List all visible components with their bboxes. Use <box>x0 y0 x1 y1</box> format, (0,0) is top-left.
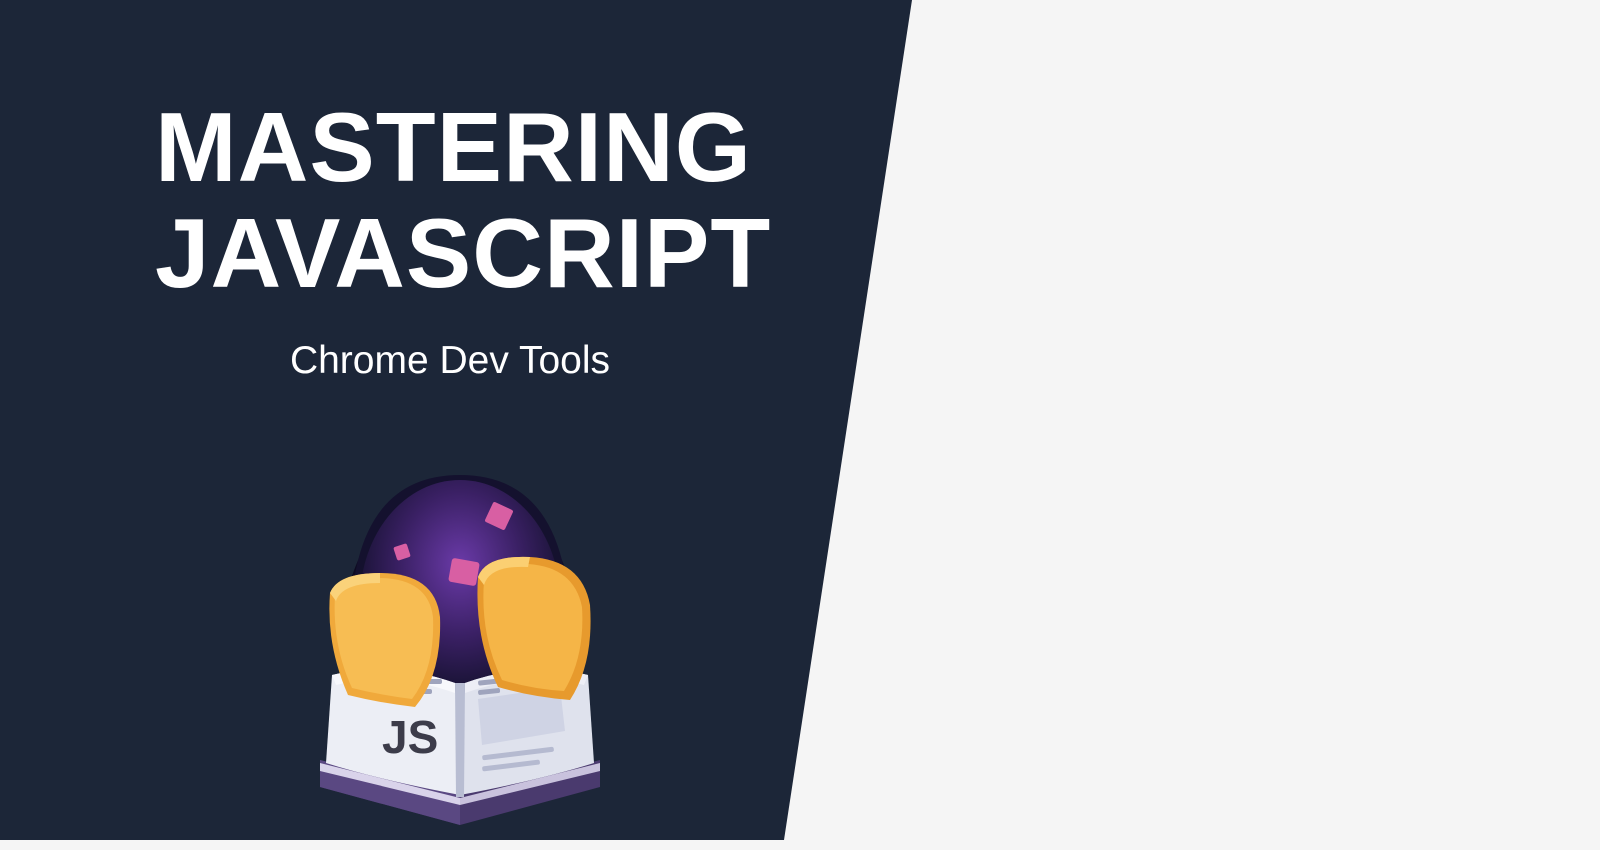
svg-text:JS: JS <box>382 711 438 763</box>
hero-subtitle: Chrome Dev Tools <box>155 339 745 383</box>
connector-lines <box>820 0 1600 840</box>
title-line-1: MASTERING <box>155 95 771 201</box>
diagram-panel: ev Tools Debu Debuggin Debugg <box>820 0 1600 840</box>
title-line-2: JAVASCRIPT <box>155 201 771 307</box>
hero-title: MASTERING JAVASCRIPT Chrome Dev Tools <box>155 95 771 383</box>
js-book-illustration: JS <box>260 445 660 850</box>
